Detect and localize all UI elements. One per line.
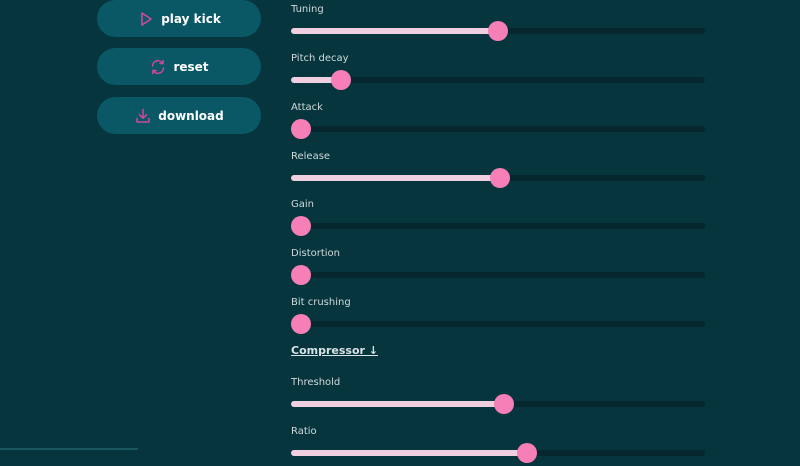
param-release: Release (291, 151, 711, 191)
param-label: Gain (291, 199, 314, 210)
param-gain: Gain (291, 199, 711, 239)
play-kick-label: play kick (161, 11, 221, 26)
slider-track (291, 126, 705, 132)
slider-fill (291, 450, 527, 456)
param-tuning: Tuning (291, 4, 711, 44)
slider-fill (291, 175, 500, 181)
slider-track (291, 223, 705, 229)
attack-slider[interactable] (291, 119, 705, 139)
play-icon (137, 10, 155, 28)
ratio-slider[interactable] (291, 443, 705, 463)
distortion-slider[interactable] (291, 265, 705, 285)
pitch-decay-slider[interactable] (291, 70, 705, 90)
download-button[interactable]: download (97, 97, 261, 134)
param-ratio: Ratio (291, 426, 711, 466)
slider-thumb[interactable] (291, 314, 311, 334)
download-label: download (158, 108, 224, 123)
param-attack: Attack (291, 102, 711, 142)
slider-thumb[interactable] (490, 168, 510, 188)
slider-thumb[interactable] (291, 265, 311, 285)
slider-thumb[interactable] (488, 21, 508, 41)
slider-track (291, 77, 705, 83)
slider-fill (291, 28, 498, 34)
param-threshold: Threshold (291, 377, 711, 417)
play-kick-button[interactable]: play kick (97, 0, 261, 37)
refresh-icon (149, 58, 167, 76)
slider-thumb[interactable] (291, 119, 311, 139)
download-icon (134, 107, 152, 125)
param-label: Bit crushing (291, 297, 351, 308)
slider-thumb[interactable] (494, 394, 514, 414)
param-bit-crushing: Bit crushing (291, 297, 711, 337)
param-label: Attack (291, 102, 323, 113)
param-distortion: Distortion (291, 248, 711, 288)
param-label: Release (291, 151, 331, 162)
param-label: Pitch decay (291, 53, 349, 64)
slider-thumb[interactable] (517, 443, 537, 463)
slider-thumb[interactable] (331, 70, 351, 90)
compressor-toggle[interactable]: Compressor ↓ (291, 344, 378, 357)
slider-track (291, 272, 705, 278)
reset-label: reset (173, 59, 209, 74)
param-label: Distortion (291, 248, 340, 259)
release-slider[interactable] (291, 168, 705, 188)
threshold-slider[interactable] (291, 394, 705, 414)
gain-slider[interactable] (291, 216, 705, 236)
slider-fill (291, 401, 504, 407)
param-label: Threshold (291, 377, 341, 388)
reset-button[interactable]: reset (97, 48, 261, 85)
param-label: Ratio (291, 426, 317, 437)
tuning-slider[interactable] (291, 21, 705, 41)
bit-crushing-slider[interactable] (291, 314, 705, 334)
slider-track (291, 321, 705, 327)
param-label: Tuning (291, 4, 324, 15)
slider-thumb[interactable] (291, 216, 311, 236)
param-pitch-decay: Pitch decay (291, 53, 711, 93)
